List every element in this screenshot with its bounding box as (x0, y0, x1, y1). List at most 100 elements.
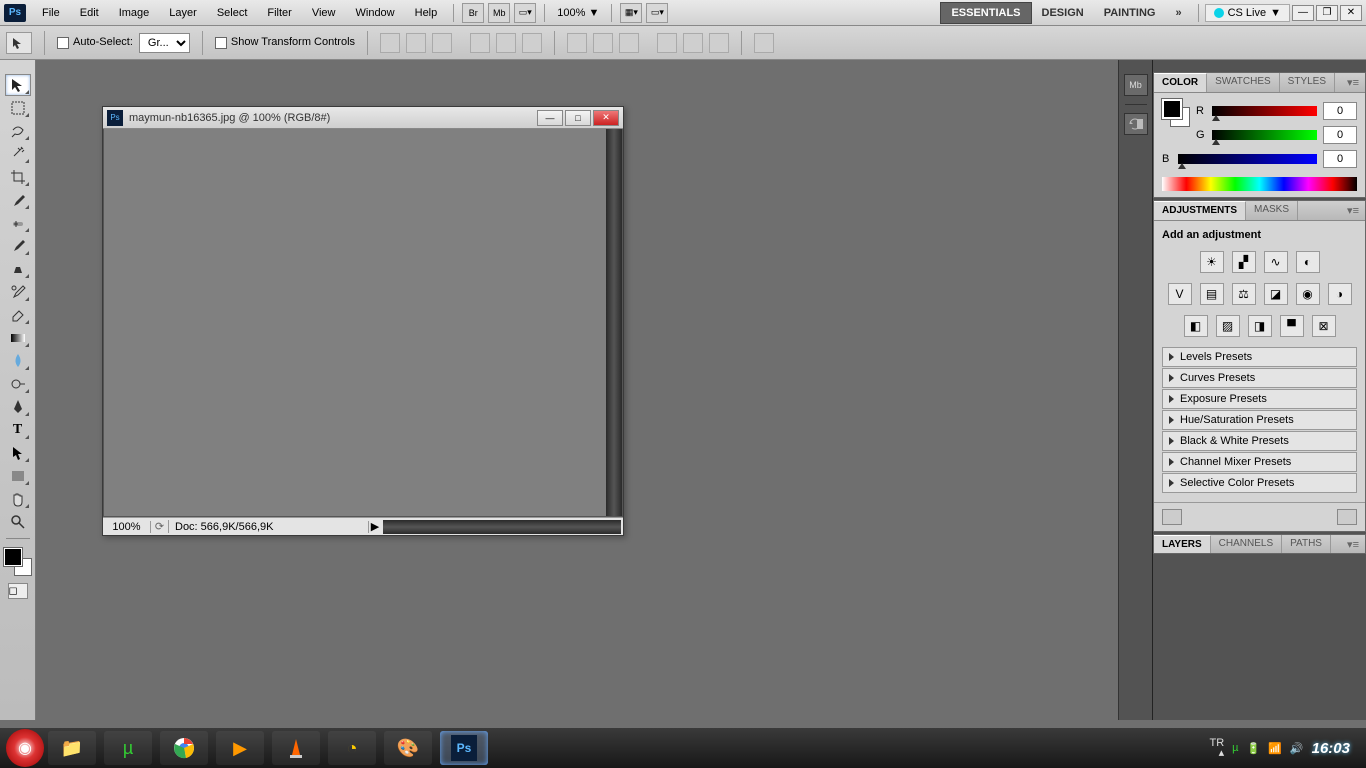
tray-volume-icon[interactable]: 🔊 (1290, 742, 1304, 755)
preset-hue-sat[interactable]: Hue/Saturation Presets (1162, 410, 1357, 430)
quick-mask-toggle[interactable]: ◻ (8, 583, 28, 599)
tab-masks[interactable]: MASKS (1246, 201, 1298, 220)
start-button[interactable]: ◉ (6, 729, 44, 767)
photo-filter-icon[interactable]: ◉ (1296, 283, 1320, 305)
arrange-docs-icon[interactable]: ▦▾ (620, 3, 642, 23)
crop-tool[interactable] (5, 166, 31, 188)
status-refresh-icon[interactable]: ⟳ (151, 520, 169, 533)
move-tool[interactable] (5, 74, 31, 96)
distribute-hcenter-icon[interactable] (683, 33, 703, 53)
selective-color-icon[interactable]: ⊠ (1312, 315, 1336, 337)
taskbar-chrome-icon[interactable] (160, 731, 208, 765)
screen-layout-icon[interactable]: ▭▾ (646, 3, 668, 23)
foreground-background-colors[interactable] (4, 548, 32, 576)
tab-paths[interactable]: PATHS (1282, 535, 1331, 553)
menu-view[interactable]: View (302, 3, 346, 23)
hue-sat-icon[interactable]: ▤ (1200, 283, 1224, 305)
taskbar-paint-icon[interactable]: 🎨 (384, 731, 432, 765)
adj-trash-icon[interactable] (1337, 509, 1357, 525)
foreground-color-swatch[interactable] (4, 548, 22, 566)
taskbar-wmp-icon[interactable]: ▶ (216, 731, 264, 765)
current-tool-icon[interactable] (6, 32, 32, 54)
taskbar-utorrent-icon[interactable]: µ (104, 731, 152, 765)
menu-filter[interactable]: Filter (257, 3, 301, 23)
pen-tool[interactable] (5, 396, 31, 418)
preset-levels[interactable]: Levels Presets (1162, 347, 1357, 367)
preset-bw[interactable]: Black & White Presets (1162, 431, 1357, 451)
zoom-level[interactable]: 100% ▼ (551, 7, 605, 19)
tab-swatches[interactable]: SWATCHES (1207, 73, 1280, 92)
distribute-bottom-icon[interactable] (619, 33, 639, 53)
align-bottom-icon[interactable] (432, 33, 452, 53)
auto-select-dropdown[interactable]: Gr... (139, 33, 190, 53)
tray-clock[interactable]: 16:03 (1312, 740, 1350, 757)
status-play-icon[interactable]: ▶ (369, 520, 381, 533)
levels-icon[interactable]: ▞ (1232, 251, 1256, 273)
distribute-top-icon[interactable] (567, 33, 587, 53)
posterize-icon[interactable]: ▨ (1216, 315, 1240, 337)
tab-channels[interactable]: CHANNELS (1211, 535, 1282, 553)
workspace-essentials[interactable]: ESSENTIALS (940, 2, 1031, 24)
curves-icon[interactable]: ∿ (1264, 251, 1288, 273)
menu-layer[interactable]: Layer (159, 3, 207, 23)
preset-curves[interactable]: Curves Presets (1162, 368, 1357, 388)
panel-menu-icon[interactable]: ▾≡ (1341, 73, 1365, 92)
status-docinfo[interactable]: Doc: 566,9K/566,9K (169, 521, 369, 533)
taskbar-daemon-icon[interactable]: ◔ (328, 731, 376, 765)
auto-select-checkbox[interactable]: Auto-Select: (57, 36, 133, 48)
clone-stamp-tool[interactable] (5, 258, 31, 280)
show-transform-checkbox[interactable]: Show Transform Controls (215, 36, 355, 48)
taskbar-vlc-icon[interactable] (272, 731, 320, 765)
distribute-left-icon[interactable] (657, 33, 677, 53)
preset-selective-color[interactable]: Selective Color Presets (1162, 473, 1357, 493)
doc-close[interactable]: ✕ (593, 110, 619, 126)
r-slider[interactable] (1212, 106, 1317, 116)
marquee-tool[interactable] (5, 97, 31, 119)
menu-help[interactable]: Help (405, 3, 448, 23)
doc-maximize[interactable]: □ (565, 110, 591, 126)
panel-menu-icon[interactable]: ▾≡ (1341, 535, 1365, 553)
blur-tool[interactable] (5, 350, 31, 372)
color-fg-bg-swatch[interactable] (1162, 99, 1190, 127)
distribute-right-icon[interactable] (709, 33, 729, 53)
path-selection-tool[interactable] (5, 442, 31, 464)
eyedropper-tool[interactable] (5, 189, 31, 211)
align-hcenter-icon[interactable] (496, 33, 516, 53)
tray-utorrent-icon[interactable]: µ (1232, 742, 1238, 754)
history-dock-icon[interactable] (1124, 113, 1148, 135)
g-value[interactable]: 0 (1323, 126, 1357, 144)
menu-edit[interactable]: Edit (70, 3, 109, 23)
gradient-map-icon[interactable]: ▀ (1280, 315, 1304, 337)
preset-exposure[interactable]: Exposure Presets (1162, 389, 1357, 409)
tray-network-icon[interactable]: 📶 (1268, 742, 1282, 755)
brightness-icon[interactable]: ☀ (1200, 251, 1224, 273)
menu-file[interactable]: File (32, 3, 70, 23)
cs-live-button[interactable]: CS Live ▼ (1205, 4, 1290, 22)
document-titlebar[interactable]: Ps maymun-nb16365.jpg @ 100% (RGB/8#) — … (103, 107, 623, 129)
b-value[interactable]: 0 (1323, 150, 1357, 168)
align-vcenter-icon[interactable] (406, 33, 426, 53)
type-tool[interactable]: T (5, 419, 31, 441)
menu-select[interactable]: Select (207, 3, 258, 23)
menu-image[interactable]: Image (109, 3, 160, 23)
window-close[interactable]: ✕ (1340, 5, 1362, 21)
minibridge-dock-icon[interactable]: Mb (1124, 74, 1148, 96)
history-brush-tool[interactable] (5, 281, 31, 303)
taskbar-photoshop-icon[interactable]: Ps (440, 731, 488, 765)
tab-styles[interactable]: STYLES (1280, 73, 1335, 92)
eraser-tool[interactable] (5, 304, 31, 326)
preset-channel-mixer[interactable]: Channel Mixer Presets (1162, 452, 1357, 472)
vibrance-icon[interactable]: V (1168, 283, 1192, 305)
rectangle-tool[interactable] (5, 465, 31, 487)
horizontal-scrollbar[interactable] (383, 520, 621, 534)
g-slider[interactable] (1212, 130, 1317, 140)
bridge-icon[interactable]: Br (462, 3, 484, 23)
window-minimize[interactable]: — (1292, 5, 1314, 21)
tab-adjustments[interactable]: ADJUSTMENTS (1154, 201, 1246, 220)
align-right-icon[interactable] (522, 33, 542, 53)
color-balance-icon[interactable]: ⚖ (1232, 283, 1256, 305)
healing-brush-tool[interactable] (5, 212, 31, 234)
channel-mixer-icon[interactable]: ◑ (1328, 283, 1352, 305)
adj-expand-icon[interactable] (1162, 509, 1182, 525)
b-slider[interactable] (1178, 154, 1317, 164)
